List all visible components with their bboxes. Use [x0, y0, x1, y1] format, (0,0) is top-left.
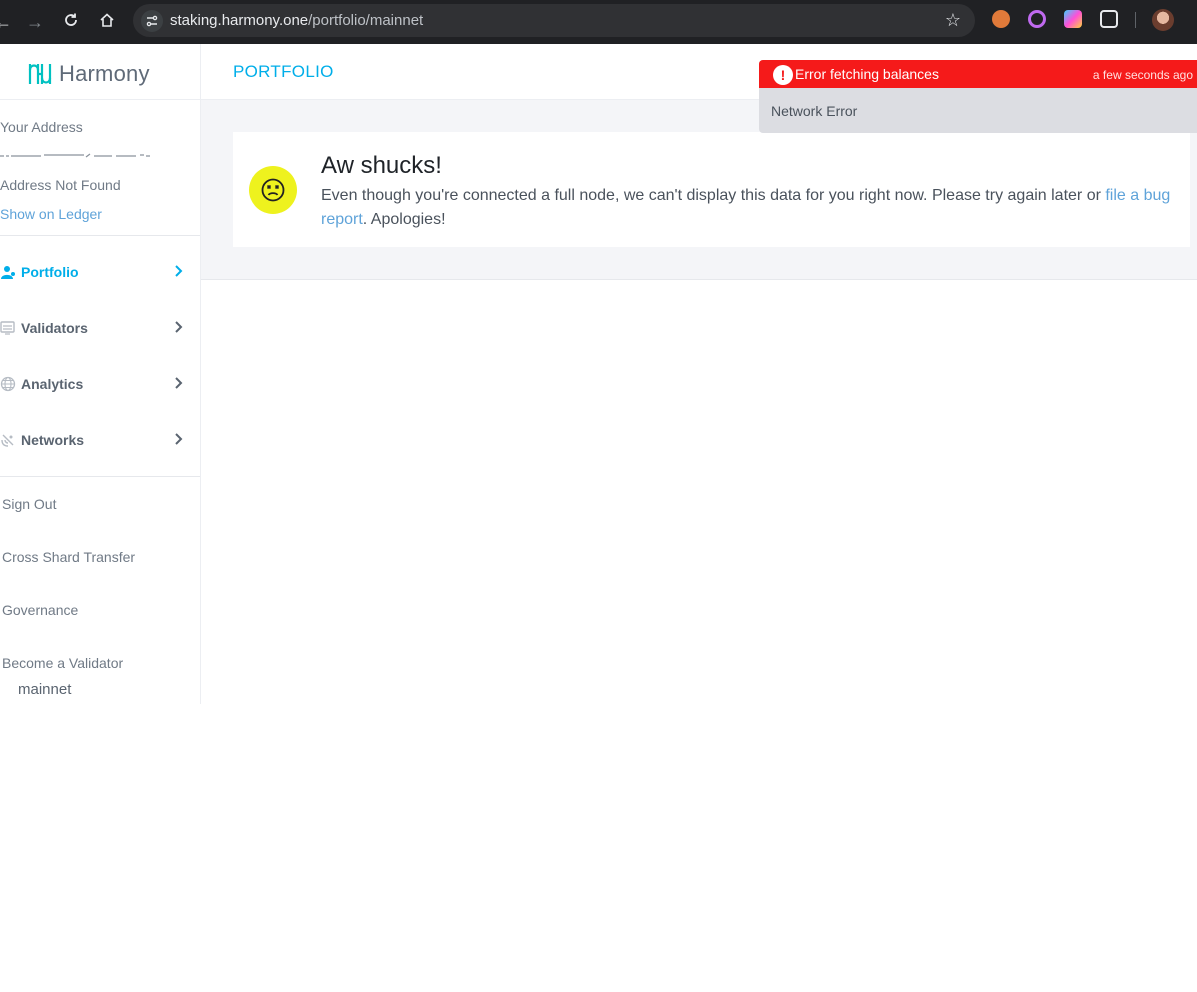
profile-avatar[interactable]	[1152, 9, 1174, 31]
extension-ring-icon[interactable]	[1028, 10, 1046, 28]
forward-icon[interactable]: →	[24, 11, 46, 33]
error-toast[interactable]: ! Error fetching balances a few seconds …	[759, 60, 1197, 133]
user-icon	[0, 264, 16, 280]
cross-shard-transfer-link[interactable]: Cross Shard Transfer	[2, 549, 135, 565]
alert-icon: !	[773, 65, 793, 85]
toast-timestamp: a few seconds ago	[1092, 68, 1193, 82]
sidebar-item-analytics[interactable]: Analytics	[0, 366, 200, 402]
logo-text: Harmony	[59, 61, 150, 86]
page-title: PORTFOLIO	[233, 62, 334, 81]
become-validator-link[interactable]: Become a Validator	[2, 655, 123, 671]
toast-title: Error fetching balances	[795, 66, 939, 82]
sidebar-item-label: Networks	[21, 432, 85, 448]
sidebar-item-label: Portfolio	[21, 264, 79, 280]
error-text-end: . Apologies!	[362, 211, 446, 228]
extension-sunglasses-icon[interactable]	[992, 10, 1010, 28]
browser-toolbar: ← → staking.harmony.one/portfolio/mainne…	[0, 0, 1197, 44]
toast-message: Network Error	[771, 103, 858, 119]
reload-icon[interactable]	[60, 11, 82, 33]
site-info-icon[interactable]	[141, 10, 163, 32]
governance-link[interactable]: Governance	[2, 602, 78, 618]
error-title: Aw shucks!	[321, 152, 442, 179]
address-bar[interactable]: staking.harmony.one/portfolio/mainnet ☆	[133, 4, 975, 37]
error-text: Even though you're connected a full node…	[321, 187, 1106, 204]
globe-icon	[0, 376, 16, 392]
url-text: staking.harmony.one/portfolio/mainnet	[170, 12, 423, 29]
satellite-icon	[0, 432, 16, 448]
toast-header: ! Error fetching balances a few seconds …	[759, 60, 1197, 88]
error-message: Even though you're connected a full node…	[321, 184, 1171, 232]
address-label: Your Address	[0, 119, 83, 135]
error-card: Aw shucks! Even though you're connected …	[233, 132, 1190, 247]
show-on-ledger-link[interactable]: Show on Ledger	[0, 206, 102, 222]
back-icon[interactable]: ←	[0, 11, 14, 33]
sidebar-header-divider	[0, 99, 201, 100]
url-path: /portfolio/mainnet	[308, 12, 424, 29]
sidebar-divider	[0, 476, 200, 477]
harmony-logo[interactable]: Harmony	[27, 60, 150, 88]
sidebar-item-networks[interactable]: Networks	[0, 422, 200, 458]
address-status: Address Not Found	[0, 177, 121, 193]
validators-icon	[0, 320, 16, 336]
redacted-address	[0, 153, 150, 158]
chevron-right-icon	[175, 321, 183, 333]
bookmark-star-icon[interactable]: ☆	[945, 10, 961, 31]
chevron-right-icon	[175, 265, 183, 277]
extension-grid-icon[interactable]	[1064, 10, 1082, 28]
sidebar: Harmony Your Address Address Not Found S…	[0, 44, 201, 704]
network-selector[interactable]: mainnet	[18, 681, 71, 698]
chevron-right-icon	[175, 377, 183, 389]
sidebar-item-validators[interactable]: Validators	[0, 310, 200, 346]
extensions-puzzle-icon[interactable]	[1100, 10, 1118, 28]
url-host: staking.harmony.one	[170, 12, 309, 29]
sidebar-item-label: Analytics	[21, 376, 84, 392]
sad-face-icon	[249, 166, 297, 214]
sidebar-divider	[0, 235, 200, 236]
home-icon[interactable]	[96, 11, 118, 33]
sidebar-item-label: Validators	[21, 320, 88, 336]
harmony-logo-icon	[28, 64, 52, 84]
chevron-right-icon	[175, 433, 183, 445]
sign-out-link[interactable]: Sign Out	[2, 496, 56, 512]
toolbar-divider	[1135, 12, 1136, 28]
sidebar-item-portfolio[interactable]: Portfolio	[0, 254, 200, 290]
